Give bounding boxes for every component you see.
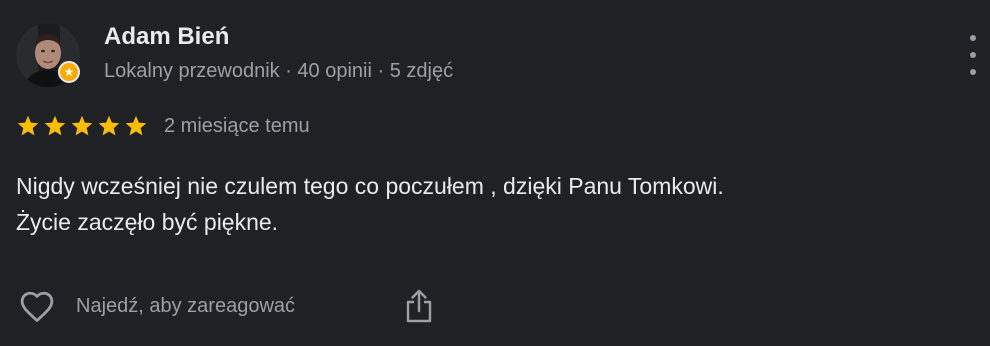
more-options-button[interactable] bbox=[960, 35, 986, 75]
review-card: ★ Adam Bień Lokalny przewodnik · 40 opin… bbox=[0, 0, 990, 346]
star-icon bbox=[98, 115, 120, 136]
review-date: 2 miesiące temu bbox=[164, 114, 310, 137]
more-vert-icon bbox=[970, 35, 976, 41]
local-guide-star-icon: ★ bbox=[58, 61, 80, 83]
rating-row: 2 miesiące temu bbox=[16, 112, 310, 140]
heart-icon bbox=[20, 291, 54, 322]
react-label: Najedź, aby zareagować bbox=[76, 294, 296, 317]
star-icon bbox=[125, 115, 147, 136]
author-name[interactable]: Adam Bień bbox=[104, 23, 229, 51]
share-button[interactable] bbox=[402, 284, 436, 328]
star-rating bbox=[16, 114, 148, 138]
share-icon bbox=[406, 289, 432, 323]
react-button[interactable]: Najedź, aby zareagować bbox=[16, 285, 295, 327]
author-meta: Lokalny przewodnik · 40 opinii · 5 zdjęć bbox=[104, 60, 454, 82]
review-text-line: Życie zaczęło być piękne. bbox=[16, 209, 279, 235]
avatar[interactable]: ★ bbox=[16, 23, 80, 87]
star-icon bbox=[17, 115, 39, 136]
review-text-line: Nigdy wcześniej nie czulem tego co poczu… bbox=[16, 173, 724, 199]
review-actions: Najedź, aby zareagować bbox=[16, 284, 432, 328]
star-icon bbox=[71, 115, 93, 136]
review-text: Nigdy wcześniej nie czulem tego co poczu… bbox=[16, 168, 976, 240]
star-icon bbox=[44, 115, 66, 136]
